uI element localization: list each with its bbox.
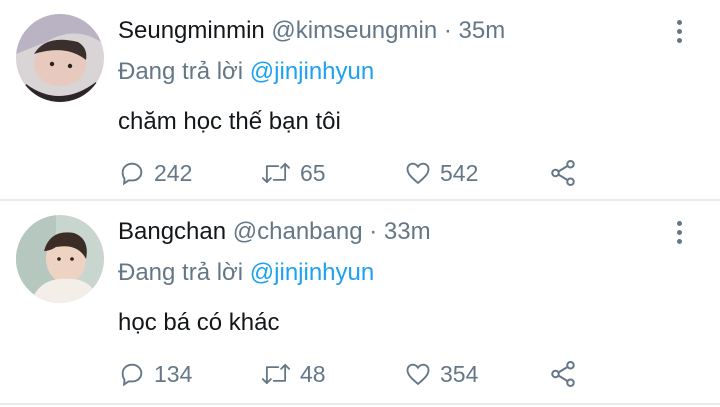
reply-icon bbox=[121, 162, 143, 186]
tweet-text: học bá có khác bbox=[118, 309, 280, 336]
more-vertical-icon[interactable] bbox=[674, 20, 684, 46]
tweet[interactable]: Seungminmin @kimseungmin · 35m Đang trả … bbox=[0, 0, 720, 201]
timestamp[interactable]: 35m bbox=[459, 17, 506, 44]
reply-icon bbox=[121, 363, 143, 387]
retweet-button[interactable]: 65 bbox=[260, 156, 326, 190]
more-vertical-icon[interactable] bbox=[674, 221, 684, 247]
action-bar: 134 48 354 bbox=[118, 357, 598, 391]
mention-link[interactable]: @jinjinhyun bbox=[250, 58, 374, 85]
separator: · bbox=[443, 17, 452, 44]
tweet-header: Seungminmin @kimseungmin · 35m bbox=[118, 15, 505, 47]
share-icon bbox=[551, 160, 575, 186]
share-icon bbox=[551, 361, 575, 387]
handle[interactable]: @chanbang bbox=[233, 218, 363, 245]
heart-icon bbox=[406, 162, 430, 185]
avatar[interactable] bbox=[16, 14, 104, 102]
retweet-count: 48 bbox=[300, 360, 326, 387]
tweet-text: chăm học thế bạn tôi bbox=[118, 108, 341, 135]
retweet-icon bbox=[261, 162, 291, 184]
timestamp[interactable]: 33m bbox=[384, 218, 431, 245]
replying-to: Đang trả lời @jinjinhyun bbox=[118, 257, 374, 289]
handle[interactable]: @kimseungmin bbox=[271, 17, 437, 44]
retweet-count: 65 bbox=[300, 159, 326, 186]
like-button[interactable]: 542 bbox=[404, 156, 478, 190]
like-count: 542 bbox=[440, 159, 479, 186]
tweet[interactable]: Bangchan @chanbang · 33m Đang trả lời @j… bbox=[0, 201, 720, 405]
avatar[interactable] bbox=[16, 215, 104, 303]
reply-button[interactable]: 134 bbox=[118, 357, 192, 391]
tweet-header: Bangchan @chanbang · 33m bbox=[118, 216, 431, 248]
retweet-button[interactable]: 48 bbox=[260, 357, 326, 391]
heart-icon bbox=[406, 363, 430, 386]
replying-to: Đang trả lời @jinjinhyun bbox=[118, 56, 374, 88]
share-button[interactable] bbox=[548, 156, 586, 190]
mention-link[interactable]: @jinjinhyun bbox=[250, 259, 374, 286]
like-count: 354 bbox=[440, 360, 479, 387]
separator: · bbox=[369, 218, 378, 245]
display-name[interactable]: Seungminmin bbox=[118, 17, 265, 44]
retweet-icon bbox=[261, 363, 291, 385]
replying-prefix: Đang trả lời bbox=[118, 58, 244, 85]
reply-count: 242 bbox=[154, 159, 193, 186]
reply-button[interactable]: 242 bbox=[118, 156, 192, 190]
share-button[interactable] bbox=[548, 357, 586, 391]
like-button[interactable]: 354 bbox=[404, 357, 478, 391]
reply-count: 134 bbox=[154, 360, 193, 387]
display-name[interactable]: Bangchan bbox=[118, 218, 226, 245]
replying-prefix: Đang trả lời bbox=[118, 259, 244, 286]
action-bar: 242 65 542 bbox=[118, 156, 598, 190]
